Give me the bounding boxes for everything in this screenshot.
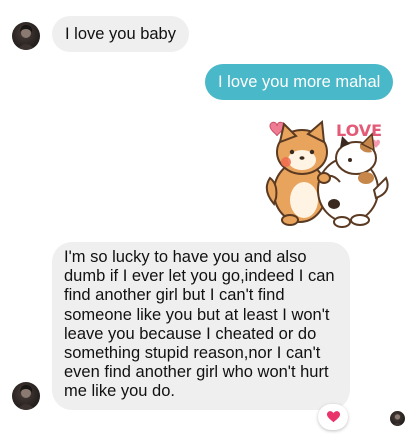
seen-avatar-image — [392, 414, 403, 426]
message-text: I love you more mahal — [218, 73, 381, 91]
heart-icon — [326, 411, 340, 423]
love-sticker[interactable]: LOVE — [262, 112, 392, 230]
contact-avatar[interactable] — [12, 382, 40, 410]
message-incoming-2[interactable]: I'm so lucky to have you and also dumb i… — [52, 242, 350, 410]
contact-avatar[interactable] — [12, 22, 40, 50]
seen-receipt-avatar — [390, 411, 405, 426]
message-reaction[interactable] — [318, 404, 348, 430]
message-text: I love you baby — [65, 25, 176, 43]
message-text: I'm so lucky to have you and also dumb i… — [64, 248, 335, 401]
contact-avatar-image — [17, 24, 35, 50]
message-incoming-1[interactable]: I love you baby — [52, 16, 189, 52]
message-outgoing-1[interactable]: I love you more mahal — [205, 64, 394, 100]
contact-avatar-image — [17, 384, 35, 410]
hugging-dogs-sticker-image: LOVE — [265, 119, 389, 228]
